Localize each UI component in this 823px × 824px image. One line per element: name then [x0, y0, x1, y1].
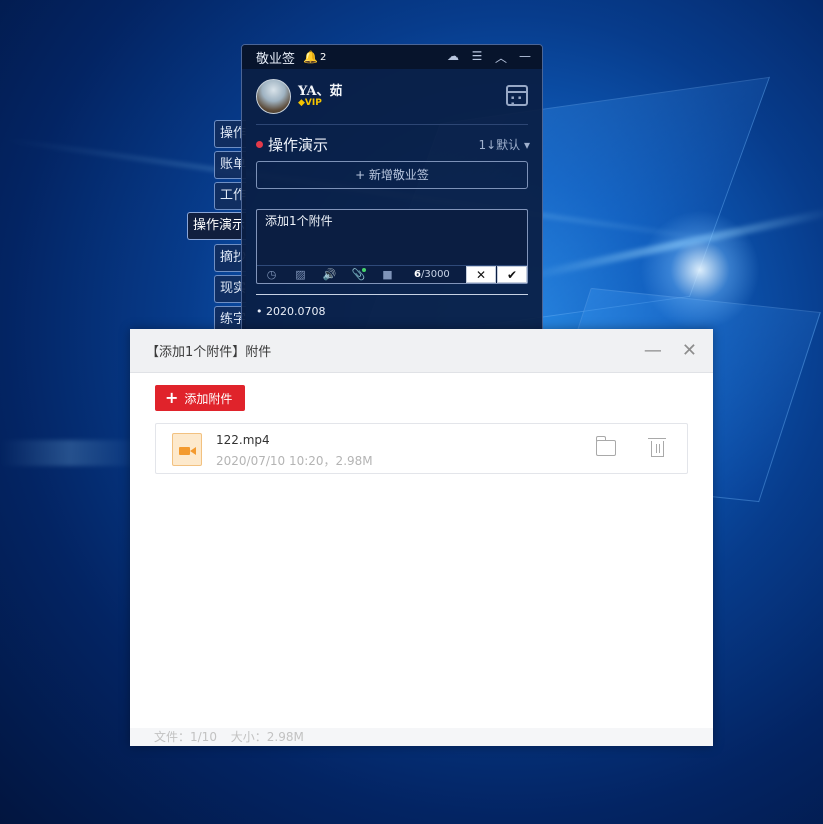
- vip-label: VIP: [304, 98, 322, 108]
- chevron-down-icon: ▾: [523, 137, 530, 152]
- plus-icon: +: [165, 388, 179, 407]
- calendar-icon[interactable]: [506, 85, 528, 107]
- wallpaper-glow: [640, 210, 760, 330]
- vip-badge: ◆VIP: [298, 98, 322, 108]
- dialog-title: 【添加1个附件】附件: [146, 345, 272, 360]
- file-meta: 2020/07/10 10:20，2.98M: [216, 454, 373, 468]
- minimize-icon[interactable]: —: [644, 340, 662, 361]
- add-attachment-button[interactable]: + 添加附件: [155, 385, 245, 411]
- note-app-window: 敬业签 🔔 2 ☁ ☰ ︿ — YA、茹 ◆VIP 操作演示 1↓默认 ▾ + …: [241, 44, 543, 344]
- cancel-button[interactable]: ✕: [466, 266, 496, 283]
- minimize-icon[interactable]: —: [518, 49, 532, 66]
- username: YA、茹: [298, 84, 343, 99]
- color-block-icon[interactable]: ■: [373, 268, 402, 281]
- sort-label: 1↓默认: [478, 137, 521, 152]
- close-icon[interactable]: ✕: [682, 340, 697, 361]
- app-title: 敬业签: [256, 51, 296, 67]
- note-editor[interactable]: 添加1个附件 ◷ ▨ 🔊 📎 ■ 6/3000 ✕ ✔: [256, 209, 528, 284]
- file-name: 122.mp4: [216, 433, 270, 447]
- trash-icon[interactable]: [648, 438, 666, 457]
- video-file-icon: [172, 433, 202, 466]
- bell-icon[interactable]: 🔔: [303, 50, 318, 64]
- wallpaper-light-beam: [0, 440, 140, 466]
- dialog-status-bar: 文件：1/10 大小：2.98M: [130, 728, 713, 746]
- note-editor-text[interactable]: 添加1个附件: [265, 212, 333, 229]
- image-icon[interactable]: ▨: [286, 268, 315, 281]
- add-attachment-label: 添加附件: [184, 392, 233, 406]
- dialog-header: 【添加1个附件】附件 — ✕: [130, 329, 713, 373]
- attachment-icon[interactable]: 📎: [344, 268, 373, 281]
- sort-dropdown[interactable]: 1↓默认 ▾: [478, 136, 530, 153]
- note-list-item[interactable]: • 2020.0708: [256, 305, 326, 318]
- category-name: 操作演示: [268, 135, 329, 154]
- char-limit: /3000: [420, 269, 450, 280]
- attachment-dialog: 【添加1个附件】附件 — ✕ + 添加附件 122.mp4 2020/07/10 …: [130, 329, 713, 746]
- char-count: 6: [414, 269, 421, 280]
- category-dot-icon: [256, 140, 263, 148]
- category-header: 操作演示 1↓默认 ▾: [256, 133, 530, 155]
- file-count-status: 文件：1/10: [154, 730, 217, 744]
- confirm-button[interactable]: ✔: [497, 266, 527, 283]
- note-titlebar: 敬业签 🔔 2 ☁ ☰ ︿ —: [242, 45, 542, 69]
- char-counter: 6/3000: [414, 269, 450, 280]
- divider: [256, 294, 528, 295]
- side-tab-active[interactable]: 操作演示: [187, 212, 246, 240]
- collapse-icon[interactable]: ︿: [494, 49, 508, 66]
- open-folder-icon[interactable]: [595, 436, 616, 456]
- menu-icon[interactable]: ☰: [470, 49, 484, 66]
- user-profile: YA、茹 ◆VIP: [256, 77, 528, 125]
- note-date: 2020.0708: [266, 305, 326, 318]
- diamond-icon: ◆: [298, 98, 305, 108]
- size-status: 大小：2.98M: [230, 730, 304, 744]
- notification-count: 2: [319, 51, 327, 63]
- audio-icon[interactable]: 🔊: [315, 268, 344, 281]
- new-note-button[interactable]: + 新增敬业签: [256, 161, 528, 189]
- file-item[interactable]: 122.mp4 2020/07/10 10:20，2.98M: [155, 423, 688, 474]
- clock-icon[interactable]: ◷: [257, 268, 286, 281]
- cloud-sync-icon[interactable]: ☁: [446, 49, 460, 66]
- avatar[interactable]: [256, 79, 291, 114]
